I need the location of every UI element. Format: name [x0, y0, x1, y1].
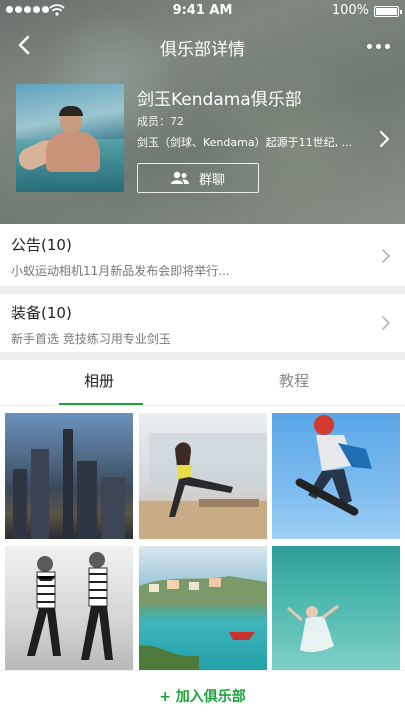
battery-percent: 100%	[331, 3, 369, 18]
announcement-subtitle: 小蚁运动相机11月新品发布会即将举行...	[11, 264, 230, 278]
chevron-right-icon	[382, 249, 390, 263]
battery-icon	[374, 6, 402, 17]
club-header: 9:41 AM 100% 俱乐部详情 剑玉Kendama俱乐部 成员：72 剑玉…	[0, 0, 405, 224]
club-detail-screen: 9:41 AM 100% 俱乐部详情 剑玉Kendama俱乐部 成员：72 剑玉…	[0, 0, 405, 720]
announcement-row[interactable]: 公告(10) 小蚁运动相机11月新品发布会即将举行...	[0, 224, 405, 286]
album-photo-seaside-town[interactable]	[139, 546, 267, 672]
club-description[interactable]: 剑玉（剑球、Kendama）起源于11世纪, ...	[137, 134, 369, 150]
section-divider	[0, 352, 405, 360]
page-title: 俱乐部详情	[160, 40, 245, 60]
equipment-subtitle: 新手首选 竞技练习用专业剑玉	[11, 332, 171, 346]
club-avatar[interactable]	[16, 84, 124, 192]
group-chat-label: 群聊	[198, 172, 225, 188]
album-photo-fashion-bw[interactable]	[5, 546, 133, 672]
equipment-row[interactable]: 装备(10) 新手首选 竞技练习用专业剑玉	[0, 294, 405, 352]
tab-divider	[0, 405, 405, 406]
chevron-right-icon[interactable]	[377, 130, 391, 148]
album-photo-city-night[interactable]	[5, 413, 133, 539]
member-count: 成员：72	[137, 115, 184, 128]
group-icon	[170, 171, 189, 184]
status-bar: 9:41 AM 100%	[0, 0, 405, 22]
club-name: 剑玉Kendama俱乐部	[137, 90, 302, 110]
tab-album[interactable]: 相册	[84, 370, 114, 391]
join-club-button[interactable]: + 加入俱乐部	[0, 670, 405, 720]
chevron-right-icon	[382, 316, 390, 330]
group-chat-button[interactable]: 群聊	[137, 163, 259, 193]
more-dots-icon[interactable]	[363, 36, 393, 56]
equipment-title: 装备(10)	[11, 304, 72, 322]
album-photo-underwater[interactable]	[272, 546, 400, 672]
album-photo-skateboard[interactable]	[272, 413, 400, 539]
album-photo-yoga-studio[interactable]	[139, 413, 267, 539]
section-divider	[0, 286, 405, 294]
nav-bar: 俱乐部详情	[0, 28, 405, 64]
tab-tutorial[interactable]: 教程	[279, 370, 309, 391]
announcement-title: 公告(10)	[11, 236, 72, 254]
